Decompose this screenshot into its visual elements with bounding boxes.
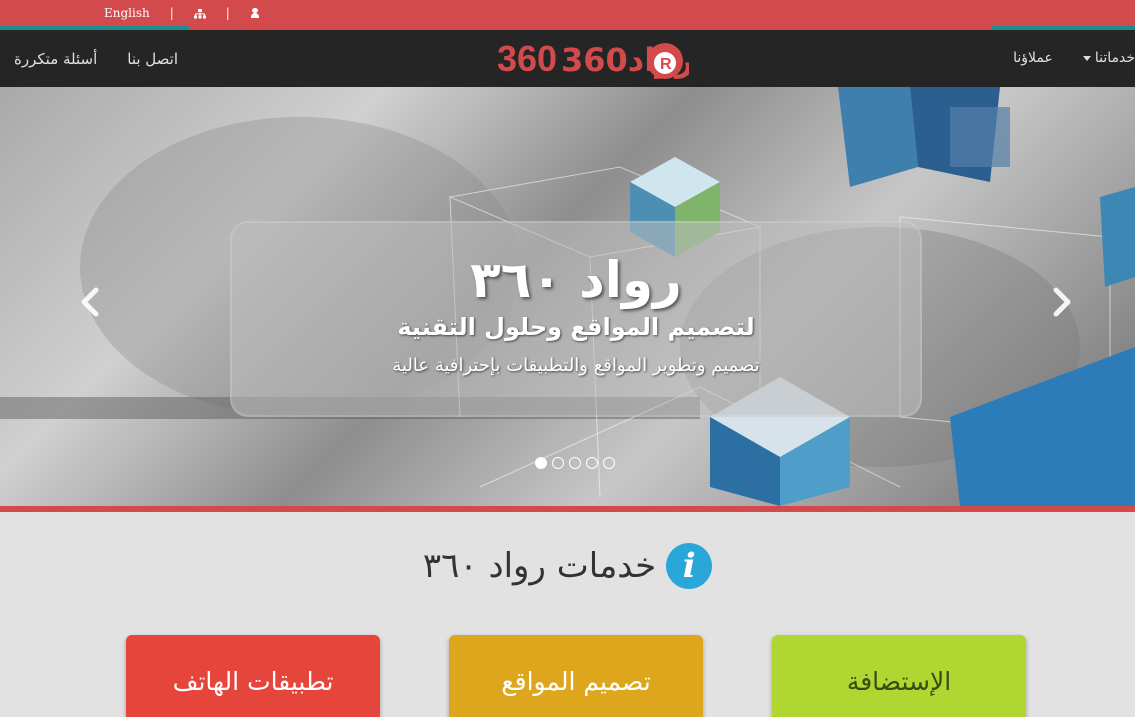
- separator: |: [225, 6, 230, 20]
- service-card-label: الإستضافة: [846, 667, 952, 696]
- logo-letter: R: [660, 56, 672, 73]
- nav-services-label: خدماتنا: [1094, 50, 1135, 66]
- top-utility-bar: English | |: [0, 0, 1135, 30]
- hero-slider: رواد ٣٦٠ لتصميم المواقع وحلول التقنية تص…: [0, 87, 1135, 506]
- services-heading: i خدمات رواد ٣٦٠: [380, 540, 755, 592]
- slide-indicator-2[interactable]: [552, 457, 564, 469]
- separator: |: [169, 6, 174, 20]
- chevron-left-icon: [81, 287, 99, 317]
- info-icon: i: [666, 543, 713, 589]
- hero-tagline: تصميم وتطوير المواقع والتطبيقات بإحترافي…: [392, 355, 760, 376]
- service-card-web-design[interactable]: تصميم المواقع: [449, 635, 703, 717]
- hero-bottom-border: [0, 506, 1135, 512]
- nav-clients-link[interactable]: عملاؤنا: [1013, 50, 1053, 66]
- chevron-down-icon: [1082, 55, 1091, 61]
- chevron-right-icon: [1053, 287, 1071, 317]
- slide-indicator-4[interactable]: [586, 457, 598, 469]
- service-card-hosting[interactable]: الإستضافة: [772, 635, 1026, 717]
- hero-subtitle: لتصميم المواقع وحلول التقنية: [397, 313, 755, 341]
- nav-services-dropdown[interactable]: خدماتنا: [1082, 50, 1135, 66]
- nav-left-links: اتصل بنا أسئلة متكررة: [14, 50, 178, 68]
- service-card-label: تطبيقات الهاتف: [172, 667, 334, 696]
- user-icon[interactable]: [250, 8, 260, 18]
- nav-contact-link[interactable]: اتصل بنا: [127, 50, 178, 68]
- sitemap-icon[interactable]: [193, 8, 206, 19]
- hero-title: رواد ٣٦٠: [470, 251, 682, 309]
- slider-indicators: [535, 457, 615, 469]
- service-card-label: تصميم المواقع: [501, 667, 651, 696]
- slider-prev-button[interactable]: [78, 287, 102, 317]
- services-heading-text: خدمات رواد ٣٦٠: [422, 546, 657, 586]
- language-switch-link[interactable]: English: [104, 6, 150, 20]
- topbar-links: English | |: [104, 6, 260, 20]
- nav-right-links: عملاؤنا خدماتنا: [1013, 50, 1135, 66]
- slide-indicator-1[interactable]: [535, 457, 547, 469]
- main-navbar: اتصل بنا أسئلة متكررة 360 رواد360 R عملا…: [0, 30, 1135, 87]
- slide-indicator-5[interactable]: [603, 457, 615, 469]
- nav-faq-link[interactable]: أسئلة متكررة: [14, 50, 97, 68]
- svg-text:360: 360: [497, 38, 557, 79]
- service-card-mobile-apps[interactable]: تطبيقات الهاتف: [126, 635, 380, 717]
- site-logo[interactable]: 360 رواد360 R: [497, 35, 694, 83]
- slider-next-button[interactable]: [1050, 287, 1074, 317]
- slide-indicator-3[interactable]: [569, 457, 581, 469]
